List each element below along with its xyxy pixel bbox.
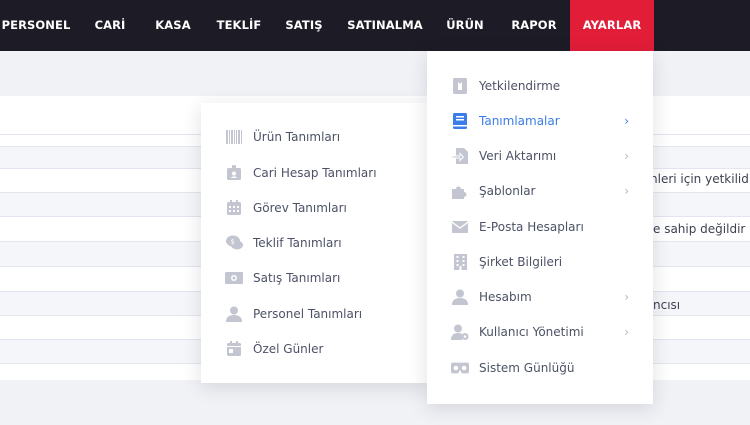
chevron-right-icon: › [624,148,629,163]
table-cell: e sahip değildir [653,222,746,236]
id-card-icon [225,164,243,182]
menu-item-cari-hesap-tanimlari[interactable]: Cari Hesap Tanımları [201,155,427,190]
menu-item-label: Şirket Bilgileri [479,254,563,269]
menu-item-gorev-tanimlari[interactable]: Görev Tanımları [201,190,427,225]
calendar-day-icon [225,340,243,358]
calendar-icon [225,199,243,217]
chevron-right-icon: › [624,113,629,128]
menu-item-label: Özel Günler [253,341,324,356]
menu-item-label: E-Posta Hesapları [479,219,584,234]
menu-item-label: Cari Hesap Tanımları [253,165,377,180]
settings-dropdown-menu: Yetkilendirme Tanımlamalar › Veri Aktarı… [427,51,653,404]
menu-item-label: Ürün Tanımları [253,129,341,144]
menu-item-e-posta-hesaplari[interactable]: E-Posta Hesapları [427,209,653,244]
table-cell: ncısı [653,298,681,312]
id-badge-icon [451,77,469,95]
menu-item-label: Görev Tanımları [253,200,347,215]
menu-item-personel-tanimlari[interactable]: Personel Tanımları [201,296,427,331]
menu-item-label: Sistem Günlüğü [479,360,575,375]
menu-item-ozel-gunler[interactable]: Özel Günler [201,331,427,366]
chevron-right-icon: › [624,324,629,339]
menu-item-sirket-bilgileri[interactable]: Şirket Bilgileri [427,244,653,279]
svg-text:$: $ [230,238,234,246]
menu-item-teklif-tanimlari[interactable]: $ Teklif Tanımları [201,225,427,260]
user-tie-icon [225,305,243,323]
top-navigation-bar: PERSONEL CARİ KASA TEKLİF SATIŞ SATINALM… [0,0,750,51]
menu-item-label: Tanımlamalar [479,113,560,128]
nav-item-cari[interactable]: CARİ [86,0,134,51]
nav-item-kasa[interactable]: KASA [148,0,198,51]
user-cog-icon [451,323,469,341]
nav-item-rapor[interactable]: RAPOR [505,0,563,51]
menu-item-hesabim[interactable]: Hesabım › [427,279,653,314]
barcode-icon [225,128,243,146]
nav-item-satis[interactable]: SATIŞ [279,0,329,51]
menu-item-label: Kullanıcı Yönetimi [479,324,584,339]
menu-item-label: Hesabım [479,289,532,304]
file-import-icon [451,147,469,165]
vr-cardboard-icon [451,359,469,377]
menu-item-sistem-gunlugu[interactable]: Sistem Günlüğü [427,350,653,385]
building-icon [451,253,469,271]
nav-item-personel[interactable]: PERSONEL [0,0,72,51]
puzzle-icon [451,182,469,200]
nav-item-teklif[interactable]: TEKLİF [212,0,266,51]
user-icon [451,288,469,306]
chevron-right-icon: › [624,289,629,304]
menu-item-tanimlamalar[interactable]: Tanımlamalar › [427,103,653,138]
menu-item-label: Veri Aktarımı [479,148,557,163]
nav-item-satinalma[interactable]: SATINALMA [346,0,424,51]
menu-item-kullanici-yonetimi[interactable]: Kullanıcı Yönetimi › [427,314,653,349]
nav-item-urun[interactable]: ÜRÜN [440,0,490,51]
menu-item-label: Satış Tanımları [253,270,341,285]
book-icon [451,112,469,130]
chevron-right-icon: › [624,183,629,198]
menu-item-label: Şablonlar [479,183,536,198]
definitions-submenu: Ürün Tanımları Cari Hesap Tanımları Göre… [201,103,427,383]
menu-item-yetkilendirme[interactable]: Yetkilendirme [427,68,653,103]
menu-item-label: Teklif Tanımları [253,235,342,250]
comments-dollar-icon: $ [225,234,243,252]
menu-item-urun-tanimlari[interactable]: Ürün Tanımları [201,119,427,154]
envelope-icon [451,218,469,236]
nav-item-ayarlar[interactable]: AYARLAR [570,0,654,51]
menu-item-sablonlar[interactable]: Şablonlar › [427,173,653,208]
table-cell: nleri için yetkilidir [650,172,750,186]
money-bill-icon [225,269,243,287]
menu-item-label: Yetkilendirme [479,78,561,93]
menu-item-satis-tanimlari[interactable]: Satış Tanımları [201,260,427,295]
menu-item-veri-aktarimi[interactable]: Veri Aktarımı › [427,138,653,173]
menu-item-label: Personel Tanımları [253,306,363,321]
